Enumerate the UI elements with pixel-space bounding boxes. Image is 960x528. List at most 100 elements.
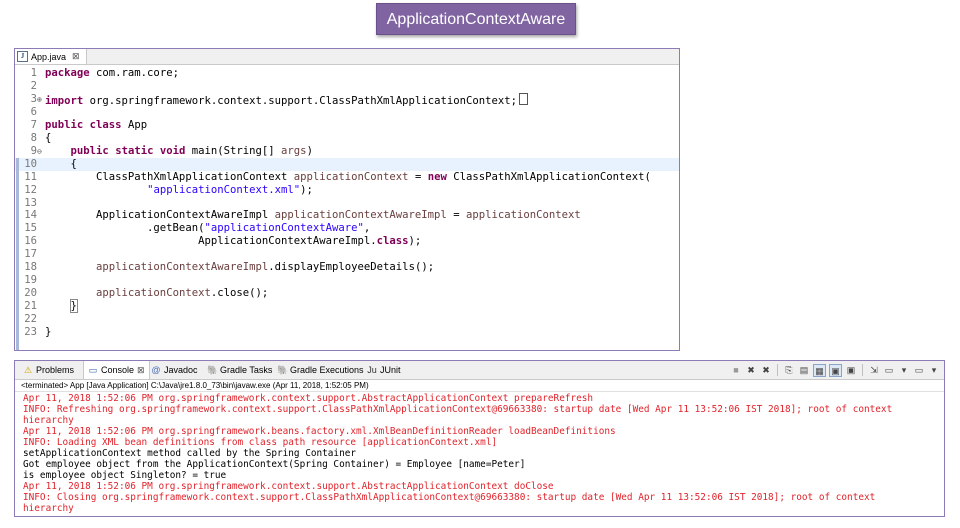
keyword-token: class bbox=[89, 118, 122, 131]
code-text: } bbox=[45, 326, 51, 339]
view-tab-problems[interactable]: ⚠ Problems bbox=[23, 361, 74, 379]
view-tab-gradle-tasks[interactable]: 🐘 Gradle Tasks bbox=[207, 361, 272, 379]
code-text: ClassPathXmlApplicationContext applicati… bbox=[45, 171, 651, 184]
slide-title-banner: ApplicationContextAware bbox=[376, 3, 576, 35]
code-line-1[interactable]: 1 package com.ram.core; bbox=[15, 67, 679, 80]
line-number: 7 bbox=[30, 118, 37, 131]
java-file-icon: J bbox=[17, 51, 28, 62]
close-tab-icon[interactable]: ⊠ bbox=[72, 51, 80, 62]
view-tab-junit[interactable]: Ju JUnit bbox=[367, 361, 400, 379]
display-console-icon[interactable]: ▭ bbox=[883, 364, 895, 376]
code-line-18[interactable]: 18 applicationContextAwareImpl.displayEm… bbox=[15, 261, 679, 274]
gutter-change-marker bbox=[16, 157, 19, 350]
code-token: .displayEmployeeDetails(); bbox=[268, 261, 435, 274]
folded-import-box-icon[interactable] bbox=[518, 92, 528, 105]
open-console-icon[interactable]: ▭ bbox=[913, 364, 925, 376]
code-token: App bbox=[121, 118, 148, 131]
variable-token: applicationContextAwareImpl bbox=[274, 209, 447, 222]
word-wrap-icon[interactable]: ▦ bbox=[813, 363, 826, 377]
console-stderr-line: INFO: Closing org.springframework.contex… bbox=[23, 492, 876, 503]
copy-icon[interactable]: ⎘ bbox=[783, 364, 795, 376]
scroll-lock-icon[interactable]: ▤ bbox=[798, 364, 810, 376]
console-toolbar: ■ ✖ ✖ ⎘ ▤ ▦ ▣ ▣ ⇲ ▭ ▾ ▭ ▾ bbox=[730, 363, 940, 377]
view-tab-label: Gradle Executions bbox=[290, 365, 364, 375]
view-tab-javadoc[interactable]: @ Javadoc bbox=[151, 361, 197, 379]
code-line-19[interactable]: 19 bbox=[15, 274, 679, 287]
code-line-8[interactable]: 8{ bbox=[15, 132, 679, 145]
variable-token: applicationContext bbox=[96, 287, 211, 300]
keyword-token: public bbox=[70, 144, 109, 157]
console-stderr-line: Apr 11, 2018 1:52:06 PM org.springframew… bbox=[23, 393, 594, 404]
code-text: "applicationContext.xml"); bbox=[45, 184, 313, 197]
view-tab-console[interactable]: ▭ Console ⊠ bbox=[83, 361, 150, 379]
junit-icon: Ju bbox=[367, 365, 377, 375]
line-number: 6 bbox=[30, 105, 37, 118]
console-output[interactable]: Apr 11, 2018 1:52:06 PM org.springframew… bbox=[15, 392, 944, 514]
code-line-20[interactable]: 20 applicationContext.close(); bbox=[15, 287, 679, 300]
code-line-7[interactable]: 7 public class App bbox=[15, 119, 679, 132]
code-line-17[interactable]: 17 bbox=[15, 248, 679, 261]
view-tab-label: Console bbox=[101, 365, 135, 375]
expand-fold-icon[interactable]: ⊕ bbox=[37, 93, 45, 106]
code-token: , bbox=[363, 222, 371, 235]
view-tab-gradle-executions[interactable]: 🐘 Gradle Executions bbox=[277, 361, 364, 379]
code-token: = bbox=[408, 170, 428, 183]
editor-tab-bar: J App.java ⊠ bbox=[15, 49, 679, 65]
display-console-dropdown-icon[interactable]: ▾ bbox=[898, 364, 910, 376]
code-line-13[interactable]: 13 bbox=[15, 197, 679, 210]
code-line-22[interactable]: 22 bbox=[15, 313, 679, 326]
collapse-fold-icon[interactable]: ⊖ bbox=[37, 145, 45, 158]
code-token: ); bbox=[300, 183, 313, 196]
show-on-error-icon[interactable]: ▣ bbox=[845, 364, 857, 376]
code-line-11[interactable]: 11 ClassPathXmlApplicationContext applic… bbox=[15, 171, 679, 184]
remove-all-icon[interactable]: ✖ bbox=[760, 364, 772, 376]
line-number: 1 bbox=[30, 67, 37, 79]
console-stdout-line: setApplicationContext method called by t… bbox=[23, 448, 357, 459]
code-text: applicationContextAwareImpl.displayEmplo… bbox=[45, 261, 434, 274]
console-panel: ■ ✖ ✖ ⎘ ▤ ▦ ▣ ▣ ⇲ ▭ ▾ ▭ ▾ ⚠ Problems ▭ Console ⊠ @ Javado… bbox=[14, 360, 945, 517]
code-line-10[interactable]: 10 { bbox=[15, 157, 679, 171]
code-token: { bbox=[45, 157, 77, 170]
code-token: { bbox=[45, 131, 52, 144]
console-stdout-line: Got employee object from the Application… bbox=[23, 459, 526, 470]
code-line-2[interactable]: 2 bbox=[15, 80, 679, 93]
string-token: "applicationContext.xml" bbox=[147, 183, 301, 196]
open-console-dropdown-icon[interactable]: ▾ bbox=[928, 364, 940, 376]
code-text: { bbox=[45, 158, 77, 171]
problems-icon: ⚠ bbox=[23, 365, 33, 375]
code-line-6[interactable]: 6 bbox=[15, 106, 679, 119]
console-stderr-line: Apr 11, 2018 1:52:06 PM org.springframew… bbox=[23, 481, 554, 492]
code-text: ApplicationContextAwareImpl applicationC… bbox=[45, 209, 581, 222]
code-line-15[interactable]: 15 .getBean("applicationContextAware", bbox=[15, 222, 679, 235]
code-token: ClassPathXmlApplicationContext( bbox=[446, 170, 651, 183]
show-on-output-icon[interactable]: ▣ bbox=[829, 363, 842, 377]
pin-console-icon[interactable]: ⇲ bbox=[868, 364, 880, 376]
code-line-23[interactable]: 23} bbox=[15, 326, 679, 339]
console-stderr-line: INFO: Loading XML bean definitions from … bbox=[23, 437, 498, 448]
code-text: applicationContext.close(); bbox=[45, 287, 268, 300]
code-token: } bbox=[45, 326, 52, 338]
code-line-14[interactable]: 14 ApplicationContextAwareImpl applicati… bbox=[15, 209, 679, 222]
code-line-16[interactable]: 16 ApplicationContextAwareImpl.class); bbox=[15, 235, 679, 248]
code-text: public class App bbox=[45, 119, 147, 132]
code-line-9[interactable]: 9 ⊖ public static void main(String[] args… bbox=[15, 145, 679, 158]
line-number: 8 bbox=[30, 131, 37, 144]
console-view-tab-bar: ■ ✖ ✖ ⎘ ▤ ▦ ▣ ▣ ⇲ ▭ ▾ ▭ ▾ ⚠ Problems ▭ Console ⊠ @ Javado… bbox=[15, 361, 944, 380]
code-text: public static void main(String[] args) bbox=[45, 145, 313, 158]
keyword-token: new bbox=[427, 170, 447, 183]
toolbar-separator bbox=[777, 364, 778, 376]
code-line-3[interactable]: 3 ⊕ import org.springframework.context.sup… bbox=[15, 92, 679, 107]
code-line-12[interactable]: 12 "applicationContext.xml"); bbox=[15, 184, 679, 197]
console-stderr-line: hierarchy bbox=[23, 503, 74, 514]
matching-brace: } bbox=[69, 299, 78, 314]
remove-launch-icon[interactable]: ✖ bbox=[745, 364, 757, 376]
code-text: { bbox=[45, 132, 51, 145]
terminate-icon[interactable]: ■ bbox=[730, 364, 742, 376]
code-text-area[interactable]: 1 package com.ram.core; 2 3 ⊕ import org.spri… bbox=[15, 67, 679, 350]
code-line-21[interactable]: 21 } bbox=[15, 299, 679, 314]
editor-tab-app-java[interactable]: J App.java ⊠ bbox=[15, 49, 87, 64]
close-console-tab-icon[interactable]: ⊠ bbox=[137, 365, 145, 376]
